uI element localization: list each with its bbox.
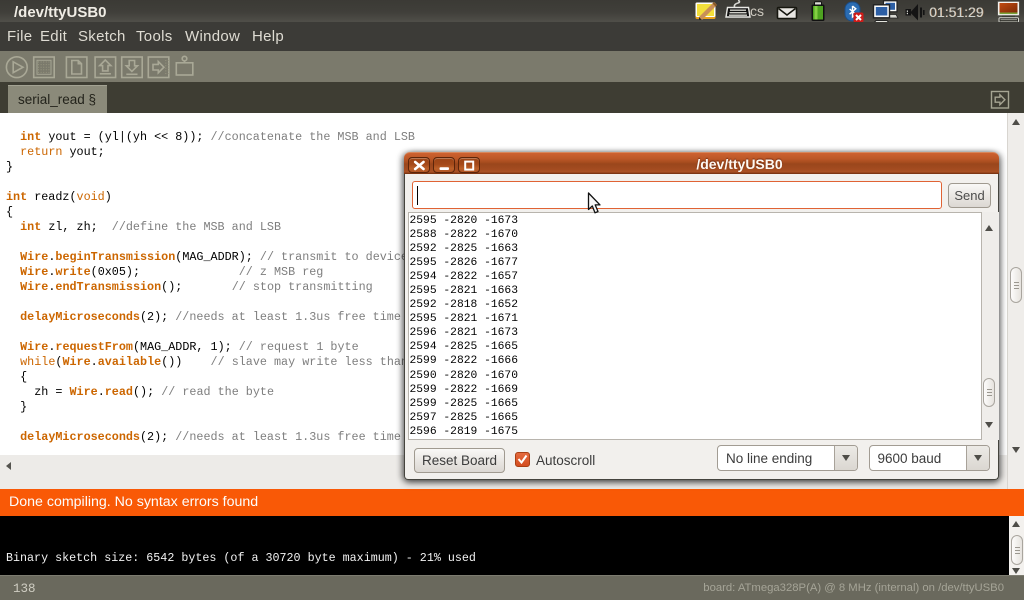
svg-text:cs: cs [750, 3, 764, 19]
